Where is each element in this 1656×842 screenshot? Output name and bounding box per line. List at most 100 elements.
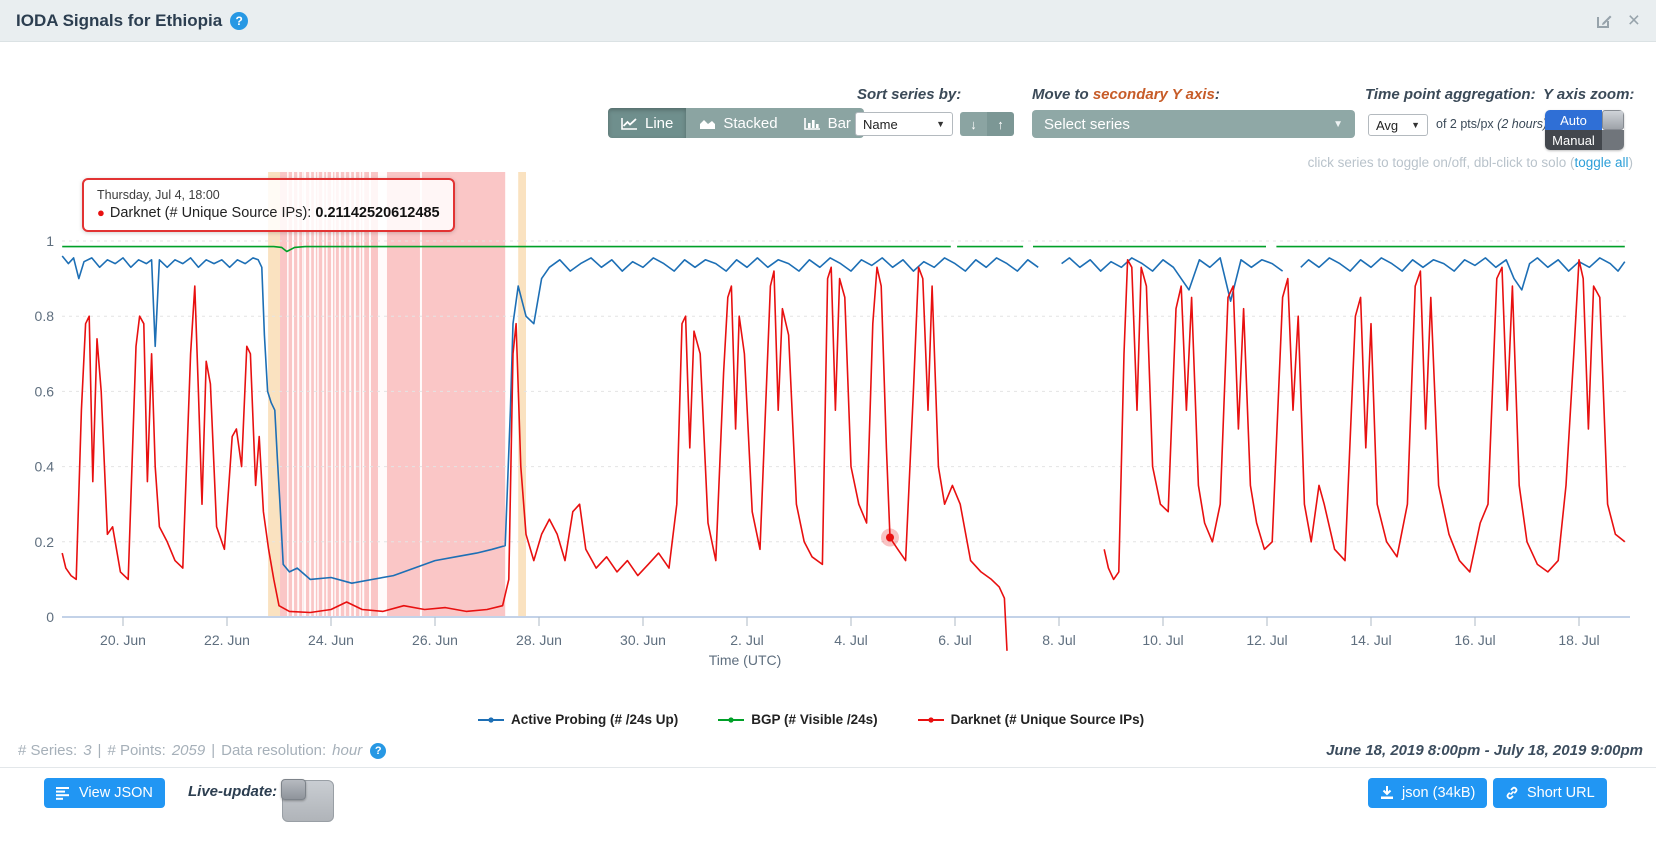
- band-stripe: [354, 172, 356, 617]
- band-stripe: [297, 172, 299, 617]
- x-tick-label: 10. Jul: [1142, 632, 1183, 648]
- band-stripe: [344, 172, 346, 617]
- y-zoom-label: Y axis zoom:: [1543, 86, 1634, 103]
- x-tick-label: 6. Jul: [938, 632, 971, 648]
- toggle-track: [1602, 130, 1624, 150]
- window-titlebar: IODA Signals for Ethiopia ? ×: [0, 0, 1656, 42]
- sort-direction-switch: ↓ ↑: [960, 112, 1014, 136]
- band-stripe: [369, 172, 371, 617]
- short-url-button[interactable]: Short URL: [1493, 778, 1607, 808]
- aggregation-label: Time point aggregation:: [1365, 86, 1536, 103]
- y-tick-label: 0.2: [35, 534, 55, 550]
- legend-label: Darknet (# Unique Source IPs): [951, 712, 1145, 727]
- legend-label: Active Probing (# /24s Up): [511, 712, 678, 727]
- link-icon: [1505, 786, 1519, 800]
- series-dot-icon: ●: [97, 205, 105, 220]
- live-update-toggle[interactable]: [282, 780, 334, 822]
- x-tick-label: 12. Jul: [1246, 632, 1287, 648]
- band-stripe: [349, 172, 351, 617]
- download-icon: [1380, 786, 1394, 800]
- live-update-label: Live-update:: [188, 783, 277, 800]
- x-tick-label: 16. Jul: [1454, 632, 1495, 648]
- data-resolution: hour: [332, 742, 362, 759]
- view-json-button[interactable]: View JSON: [44, 778, 165, 808]
- date-range: June 18, 2019 8:00pm - July 18, 2019 9:0…: [1326, 742, 1643, 759]
- legend-item[interactable]: Active Probing (# /24s Up): [478, 712, 678, 727]
- divider: [0, 767, 1656, 768]
- y-zoom-manual-option[interactable]: Manual: [1545, 130, 1602, 150]
- x-tick-label: 8. Jul: [1042, 632, 1075, 648]
- sort-ascending-button[interactable]: ↑: [987, 112, 1014, 136]
- alert-band: [268, 172, 280, 617]
- caret-down-icon: ▼: [1411, 120, 1420, 130]
- sort-descending-button[interactable]: ↓: [960, 112, 987, 136]
- page-title: IODA Signals for Ethiopia: [16, 11, 222, 31]
- close-icon[interactable]: ×: [1628, 10, 1640, 31]
- x-tick-label: 22. Jun: [204, 632, 250, 648]
- chart-meta: # Series:3 | # Points:2059 | Data resolu…: [18, 742, 386, 759]
- series-count: 3: [83, 742, 91, 759]
- band-stripe: [309, 172, 311, 617]
- y-tick-label: 1: [46, 233, 54, 249]
- select-series-dropdown[interactable]: Select series ▼: [1032, 110, 1355, 138]
- y-zoom-auto-option[interactable]: Auto: [1545, 110, 1602, 130]
- legend-marker-icon: [478, 715, 504, 725]
- band-stripe: [334, 172, 336, 617]
- y-zoom-toggle: Auto Manual: [1545, 110, 1624, 150]
- y-tick-label: 0: [46, 609, 54, 625]
- toggle-knob[interactable]: [1602, 110, 1624, 130]
- x-tick-label: 2. Jul: [730, 632, 763, 648]
- edit-icon[interactable]: [1594, 11, 1614, 31]
- band-stripe: [359, 172, 361, 617]
- caret-down-icon: ▼: [1333, 119, 1343, 130]
- aggregation-select[interactable]: Avg ▼: [1368, 114, 1428, 136]
- download-json-button[interactable]: json (34kB): [1368, 778, 1487, 808]
- legend-item[interactable]: BGP (# Visible /24s): [718, 712, 877, 727]
- x-tick-label: 18. Jul: [1558, 632, 1599, 648]
- y-tick-label: 0.8: [35, 308, 55, 324]
- band-stripe: [362, 172, 364, 617]
- aggregation-detail: of 2 pts/px (2 hours): [1436, 117, 1547, 131]
- bar-chart-icon: [804, 117, 821, 130]
- x-tick-label: 26. Jun: [412, 632, 458, 648]
- band-stripe: [326, 172, 328, 617]
- hover-point[interactable]: [886, 534, 894, 542]
- chart-type-stacked-button[interactable]: Stacked: [686, 108, 790, 138]
- y-tick-label: 0.4: [35, 459, 55, 475]
- band-stripe: [287, 172, 289, 617]
- band-stripe: [420, 172, 422, 617]
- x-tick-label: 24. Jun: [308, 632, 354, 648]
- x-tick-label: 28. Jun: [516, 632, 562, 648]
- x-axis-title: Time (UTC): [709, 652, 782, 668]
- sort-series-select[interactable]: Name ▼: [855, 112, 953, 136]
- chart-type-line-button[interactable]: Line: [608, 108, 686, 138]
- chart-legend: Active Probing (# /24s Up) BGP (# Visible…: [478, 712, 1144, 727]
- toggle-all-link[interactable]: toggle all: [1574, 155, 1628, 170]
- x-tick-label: 30. Jun: [620, 632, 666, 648]
- resolution-help-icon[interactable]: ?: [370, 743, 386, 759]
- chart-tooltip: Thursday, Jul 4, 18:00 ●Darknet (# Uniqu…: [82, 178, 455, 232]
- sort-series-label: Sort series by:: [857, 86, 961, 103]
- legend-item[interactable]: Darknet (# Unique Source IPs): [918, 712, 1145, 727]
- tooltip-series-value: ●Darknet (# Unique Source IPs): 0.211425…: [97, 205, 440, 221]
- list-icon: [56, 787, 71, 800]
- legend-marker-icon: [918, 715, 944, 725]
- tooltip-timestamp: Thursday, Jul 4, 18:00: [97, 188, 440, 202]
- x-tick-label: 14. Jul: [1350, 632, 1391, 648]
- title-help-icon[interactable]: ?: [230, 12, 248, 30]
- band-stripe: [378, 172, 387, 617]
- band-stripe: [331, 172, 333, 617]
- secondary-axis-label: Move to secondary Y axis:: [1032, 86, 1220, 103]
- points-count: 2059: [172, 742, 205, 759]
- band-stripe: [314, 172, 316, 617]
- signals-chart[interactable]: 20. Jun22. Jun24. Jun26. Jun28. Jun30. J…: [0, 170, 1656, 682]
- line-chart-icon: [621, 117, 638, 130]
- band-stripe: [304, 172, 306, 617]
- x-tick-label: 4. Jul: [834, 632, 867, 648]
- band-stripe: [339, 172, 341, 617]
- legend-marker-icon: [718, 715, 744, 725]
- legend-label: BGP (# Visible /24s): [751, 712, 877, 727]
- band-stripe: [292, 172, 294, 617]
- chart-type-bar-button[interactable]: Bar: [791, 108, 864, 138]
- chart-toolbar: Line Stacked Bar Sort series by: Name ▼ …: [0, 42, 1656, 172]
